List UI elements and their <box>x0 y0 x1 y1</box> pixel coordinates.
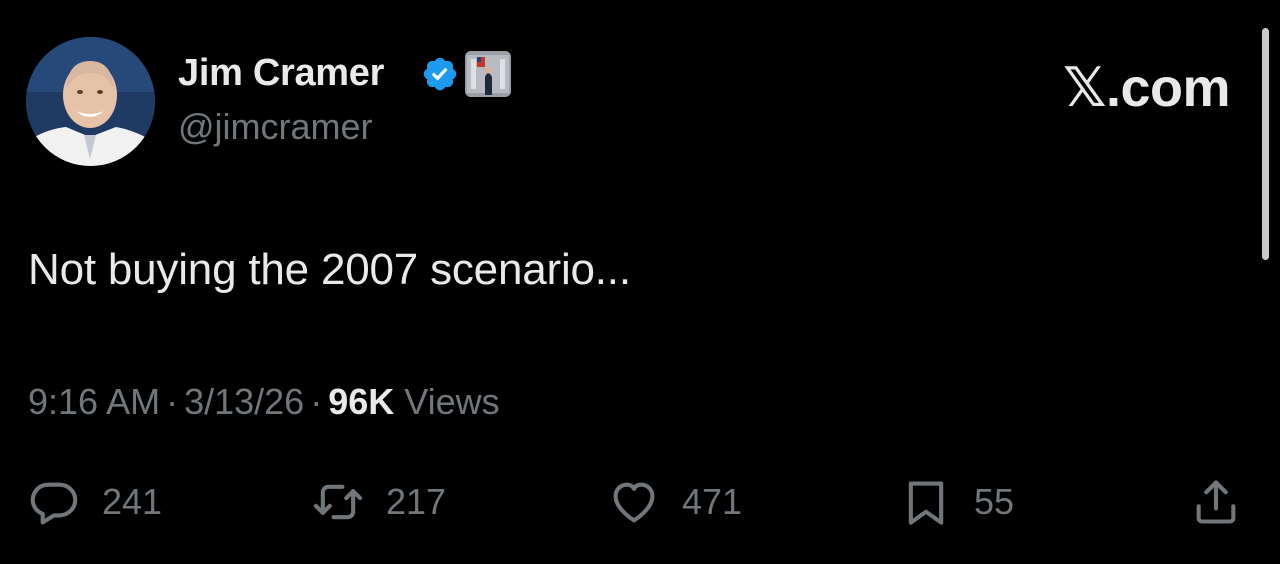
share-button[interactable] <box>1190 474 1242 530</box>
reply-count: 241 <box>102 481 163 522</box>
views-label: Views <box>404 381 500 422</box>
avatar[interactable] <box>26 37 155 166</box>
timestamp-time[interactable]: 9:16 AM <box>28 381 160 422</box>
tweet-text: Not buying the 2007 scenario... <box>28 245 631 294</box>
separator: · <box>166 381 179 422</box>
handle[interactable]: @jimcramer <box>178 106 373 148</box>
timestamp-date[interactable]: 3/13/26 <box>184 381 304 422</box>
share-icon <box>1196 480 1236 524</box>
verified-badge-icon <box>423 57 457 91</box>
reply-icon <box>30 482 78 525</box>
scrollbar[interactable] <box>1262 28 1269 260</box>
brand-logo: 𝕏.com <box>1062 58 1231 118</box>
views-count: 96K <box>328 381 395 422</box>
heart-icon <box>613 482 655 523</box>
retweet-button[interactable]: 217 <box>312 474 446 530</box>
bookmark-button[interactable]: 55 <box>900 474 1014 530</box>
affiliate-badge-icon[interactable] <box>465 51 511 97</box>
retweet-count: 217 <box>386 481 447 522</box>
tweet-meta: 9:16 AM · 3/13/26 · 96K Views <box>28 381 500 423</box>
retweet-icon <box>313 484 363 520</box>
bookmark-icon <box>908 481 944 525</box>
bookmark-count: 55 <box>974 481 1015 522</box>
reply-button[interactable]: 241 <box>28 474 162 530</box>
avatar-image <box>26 37 155 166</box>
tweet-card: Jim Cramer @jimcramer 𝕏.com Not buying t… <box>0 0 1280 564</box>
display-name[interactable]: Jim Cramer <box>178 52 384 95</box>
like-button[interactable]: 471 <box>608 474 742 530</box>
separator: · <box>310 381 323 422</box>
like-count: 471 <box>682 481 743 522</box>
